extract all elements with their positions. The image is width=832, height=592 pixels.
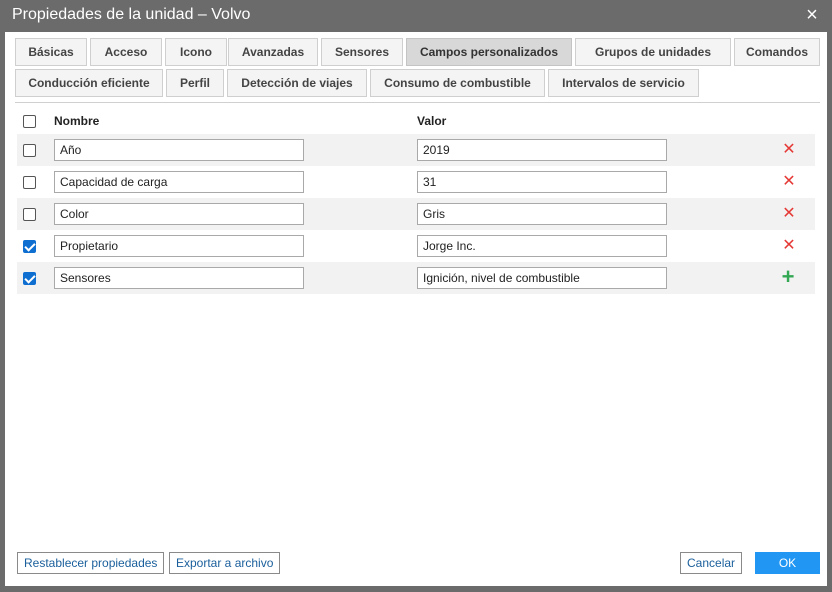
dialog-body: Básicas Acceso Icono Avanzadas Sensores … xyxy=(5,32,827,586)
plus-icon[interactable]: + xyxy=(779,266,797,288)
header-value: Valor xyxy=(417,114,447,128)
tab-basicas[interactable]: Básicas xyxy=(15,38,87,66)
unit-properties-dialog: Propiedades de la unidad – Volvo × Básic… xyxy=(0,0,832,592)
table-row: ✕ xyxy=(17,230,815,262)
delete-icon[interactable]: ✕ xyxy=(781,206,797,222)
delete-icon[interactable]: ✕ xyxy=(781,142,797,158)
new-field-name-input[interactable] xyxy=(54,267,304,289)
tab-campos-personalizados[interactable]: Campos personalizados xyxy=(406,38,572,66)
tab-deteccion-de-viajes[interactable]: Detección de viajes xyxy=(227,69,367,97)
row-checkbox[interactable] xyxy=(23,176,36,189)
dialog-title: Propiedades de la unidad – Volvo xyxy=(12,6,251,23)
field-name-input[interactable] xyxy=(54,171,304,193)
table-row: + xyxy=(17,262,815,294)
field-value-input[interactable] xyxy=(417,139,667,161)
row-checkbox[interactable] xyxy=(23,272,36,285)
delete-icon[interactable]: ✕ xyxy=(781,174,797,190)
close-icon[interactable]: × xyxy=(802,5,822,25)
row-checkbox[interactable] xyxy=(23,240,36,253)
row-checkbox[interactable] xyxy=(23,208,36,221)
field-name-input[interactable] xyxy=(54,235,304,257)
field-value-input[interactable] xyxy=(417,203,667,225)
tab-grupos-de-unidades[interactable]: Grupos de unidades xyxy=(575,38,731,66)
delete-icon[interactable]: ✕ xyxy=(781,238,797,254)
tab-consumo-de-combustible[interactable]: Consumo de combustible xyxy=(370,69,545,97)
export-to-file-button[interactable]: Exportar a archivo xyxy=(169,552,281,574)
new-field-value-input[interactable] xyxy=(417,267,667,289)
field-value-input[interactable] xyxy=(417,171,667,193)
tab-avanzadas[interactable]: Avanzadas xyxy=(228,38,318,66)
tab-acceso[interactable]: Acceso xyxy=(90,38,162,66)
ok-button[interactable]: OK xyxy=(755,552,820,574)
dialog-footer: Restablecer propiedades Exportar a archi… xyxy=(5,550,827,576)
row-checkbox[interactable] xyxy=(23,144,36,157)
tab-icono[interactable]: Icono xyxy=(165,38,227,66)
tab-intervalos-de-servicio[interactable]: Intervalos de servicio xyxy=(548,69,699,97)
tab-comandos[interactable]: Comandos xyxy=(734,38,820,66)
tab-perfil[interactable]: Perfil xyxy=(166,69,224,97)
tab-divider xyxy=(15,102,820,103)
field-name-input[interactable] xyxy=(54,203,304,225)
field-name-input[interactable] xyxy=(54,139,304,161)
select-all-checkbox[interactable] xyxy=(23,115,36,128)
header-name: Nombre xyxy=(54,114,100,128)
table-row: ✕ xyxy=(17,198,815,230)
cancel-button[interactable]: Cancelar xyxy=(680,552,743,574)
tab-conduccion-eficiente[interactable]: Conducción eficiente xyxy=(15,69,163,97)
table-row: ✕ xyxy=(17,166,815,198)
field-value-input[interactable] xyxy=(417,235,667,257)
tab-sensores[interactable]: Sensores xyxy=(321,38,403,66)
title-bar: Propiedades de la unidad – Volvo × xyxy=(0,0,832,32)
table-header: Nombre Valor xyxy=(17,109,815,133)
reset-properties-button[interactable]: Restablecer propiedades xyxy=(17,552,165,574)
table-row: ✕ xyxy=(17,134,815,166)
